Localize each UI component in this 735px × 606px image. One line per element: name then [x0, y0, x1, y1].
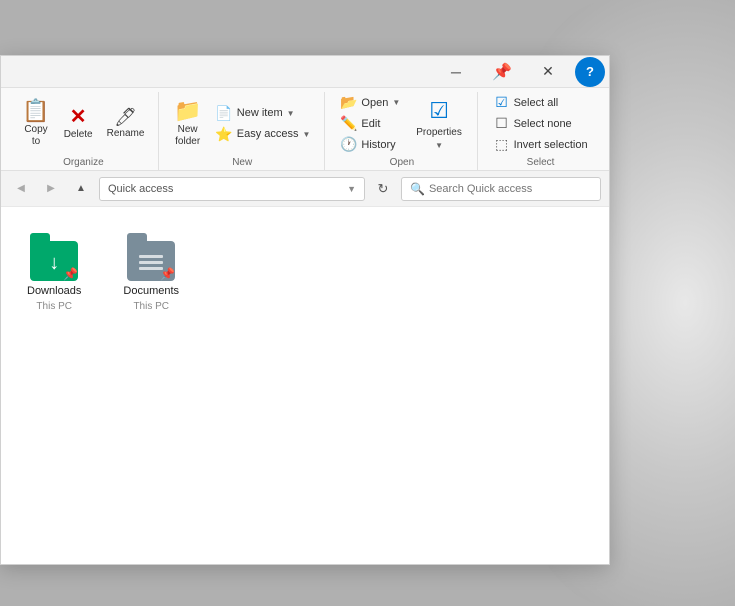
- documents-sublabel: This PC: [133, 301, 169, 312]
- forward-button[interactable]: ▶: [39, 177, 63, 201]
- select-none-button[interactable]: ☐ Select none: [488, 113, 594, 134]
- select-none-label: Select none: [514, 118, 572, 130]
- properties-button[interactable]: ☑ Properties ▼: [408, 94, 470, 154]
- edit-icon: ✏️: [340, 115, 357, 132]
- content-area: ↓ 📌 Downloads This PC 📌 Documents: [1, 207, 609, 564]
- search-icon: 🔍: [410, 182, 425, 196]
- address-path: Quick access: [108, 183, 173, 195]
- delete-button[interactable]: ✕ Delete: [58, 104, 99, 144]
- new-item-arrow: ▼: [287, 109, 295, 118]
- copy-icon: 📋: [22, 100, 49, 122]
- new-folder-label: Newfolder: [175, 124, 200, 148]
- copy-button[interactable]: 📋 Copyto: [16, 97, 55, 151]
- up-button[interactable]: ▲: [69, 177, 93, 201]
- open-stacked: 📂 Open ▼ ✏️ Edit 🕐 History: [334, 92, 406, 155]
- rename-icon: 🖊: [114, 108, 137, 126]
- new-label: New: [232, 157, 252, 168]
- downloads-item[interactable]: ↓ 📌 Downloads This PC: [21, 227, 87, 318]
- titlebar: ─ 📌 ✕ ?: [1, 56, 609, 88]
- download-arrow-icon: ↓: [49, 252, 59, 275]
- new-stacked: 📄 New item ▼ ⭐ Easy access ▼: [209, 103, 316, 145]
- copy-label: Copyto: [24, 124, 47, 148]
- ribbon-group-new: 📁 Newfolder 📄 New item ▼ ⭐ Easy access: [161, 92, 325, 170]
- ribbon-group-open: 📂 Open ▼ ✏️ Edit 🕐 History: [327, 92, 478, 170]
- select-all-button[interactable]: ☑ Select all: [488, 92, 594, 113]
- delete-icon: ✕: [70, 107, 87, 127]
- documents-pin-icon: 📌: [160, 267, 175, 281]
- select-all-label: Select all: [514, 97, 559, 109]
- easy-access-arrow: ▼: [303, 130, 311, 139]
- select-buttons: ☑ Select all ☐ Select none ⬚ Invert sele…: [488, 92, 594, 155]
- doc-line-1: [139, 255, 163, 258]
- edit-button[interactable]: ✏️ Edit: [334, 113, 406, 134]
- select-none-icon: ☐: [494, 115, 510, 132]
- organize-label: Organize: [63, 157, 104, 168]
- new-folder-button[interactable]: 📁 Newfolder: [168, 97, 207, 151]
- file-explorer-window: ─ 📌 ✕ ? 📋 Copyto ✕ Delete: [0, 55, 610, 565]
- easy-access-button[interactable]: ⭐ Easy access ▼: [209, 124, 316, 145]
- close-button[interactable]: ✕: [525, 56, 571, 88]
- search-input[interactable]: [429, 183, 592, 195]
- documents-name: Documents: [123, 285, 179, 297]
- invert-label: Invert selection: [514, 139, 588, 151]
- new-item-button[interactable]: 📄 New item ▼: [209, 103, 316, 124]
- new-folder-icon: 📁: [174, 100, 201, 122]
- edit-label: Edit: [361, 118, 380, 130]
- ribbon-group-select: ☑ Select all ☐ Select none ⬚ Invert sele…: [480, 92, 601, 170]
- new-item-label: New item: [237, 107, 283, 119]
- back-button[interactable]: ◀: [9, 177, 33, 201]
- easy-access-label: Easy access: [237, 128, 299, 140]
- ribbon-row: 📋 Copyto ✕ Delete 🖊 Rename Organize: [1, 92, 609, 170]
- pin-button[interactable]: 📌: [479, 56, 525, 88]
- downloads-name: Downloads: [27, 285, 81, 297]
- new-item-icon: 📄: [215, 105, 232, 122]
- properties-icon: ☑: [429, 98, 449, 124]
- help-button[interactable]: ?: [575, 57, 605, 87]
- doc-line-2: [139, 261, 163, 264]
- ribbon: 📋 Copyto ✕ Delete 🖊 Rename Organize: [1, 88, 609, 171]
- delete-label: Delete: [64, 129, 93, 141]
- select-stacked: ☑ Select all ☐ Select none ⬚ Invert sele…: [488, 92, 594, 155]
- open-label: Open: [390, 157, 414, 168]
- open-button[interactable]: 📂 Open ▼: [334, 92, 406, 113]
- organize-buttons: 📋 Copyto ✕ Delete 🖊 Rename: [16, 92, 150, 155]
- downloads-sublabel: This PC: [36, 301, 72, 312]
- documents-icon-wrapper: 📌: [127, 233, 175, 281]
- address-bar[interactable]: Quick access ▼: [99, 177, 365, 201]
- documents-item[interactable]: 📌 Documents This PC: [117, 227, 185, 318]
- search-box[interactable]: 🔍: [401, 177, 601, 201]
- minimize-button[interactable]: ─: [433, 56, 479, 88]
- new-buttons: 📁 Newfolder 📄 New item ▼ ⭐ Easy access: [168, 92, 317, 155]
- invert-icon: ⬚: [494, 136, 510, 153]
- downloads-icon-wrapper: ↓ 📌: [30, 233, 78, 281]
- rename-label: Rename: [107, 128, 145, 140]
- history-button[interactable]: 🕐 History: [334, 134, 406, 155]
- rename-button[interactable]: 🖊 Rename: [101, 105, 151, 143]
- open-buttons: 📂 Open ▼ ✏️ Edit 🕐 History: [334, 92, 470, 155]
- select-all-icon: ☑: [494, 94, 510, 111]
- history-label: History: [361, 139, 395, 151]
- address-dropdown-arrow[interactable]: ▼: [347, 184, 356, 194]
- easy-access-icon: ⭐: [215, 126, 232, 143]
- open-label: Open: [361, 97, 388, 109]
- history-icon: 🕐: [340, 136, 357, 153]
- downloads-pin-icon: 📌: [63, 267, 78, 281]
- addressbar: ◀ ▶ ▲ Quick access ▼ ↻ 🔍: [1, 171, 609, 207]
- invert-selection-button[interactable]: ⬚ Invert selection: [488, 134, 594, 155]
- select-label: Select: [527, 157, 555, 168]
- ribbon-group-organize: 📋 Copyto ✕ Delete 🖊 Rename Organize: [9, 92, 159, 170]
- open-icon: 📂: [340, 94, 357, 111]
- properties-arrow: ▼: [435, 141, 443, 150]
- refresh-button[interactable]: ↻: [371, 177, 395, 201]
- open-arrow: ▼: [392, 98, 400, 107]
- properties-label: Properties: [416, 127, 462, 138]
